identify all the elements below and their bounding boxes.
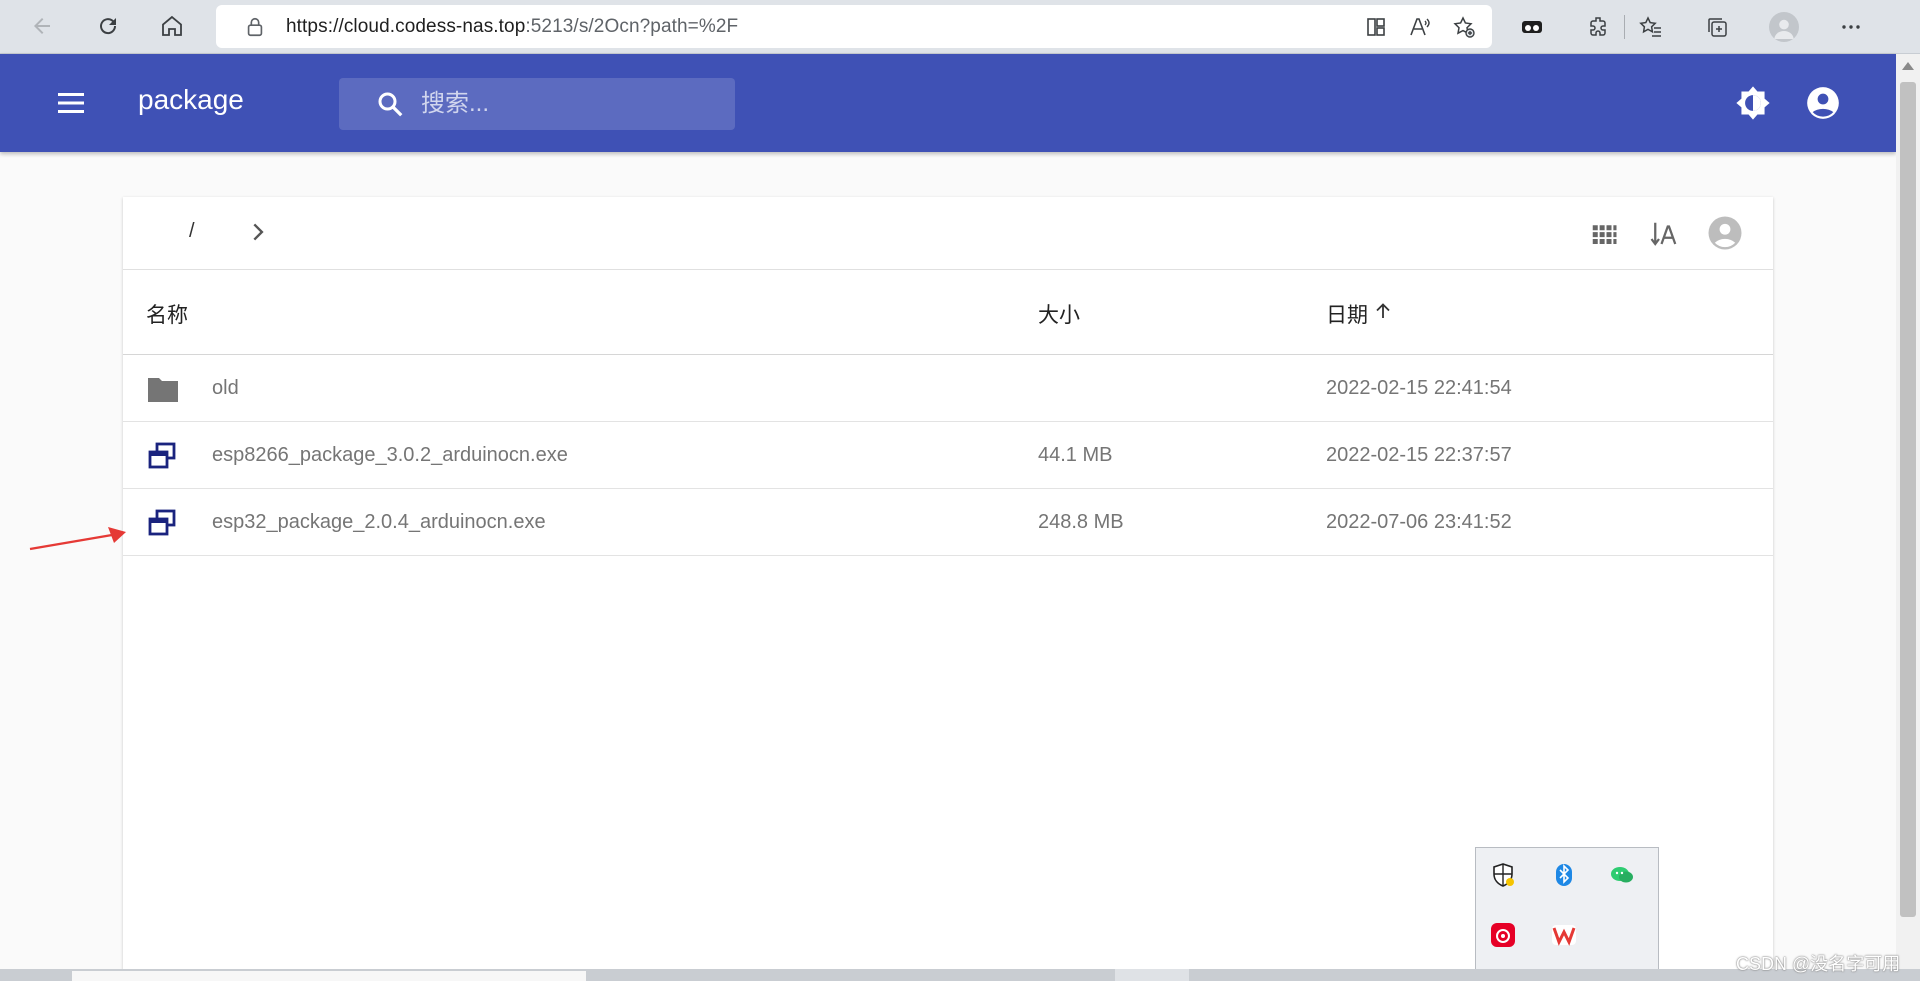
app-title: package [138,84,244,115]
column-size-header[interactable]: 大小 [1038,299,1080,329]
table-header: 名称 大小 日期 [123,270,1773,355]
user-avatar-icon[interactable] [1707,215,1743,251]
column-date-header[interactable]: 日期 [1326,299,1368,329]
taskbar-window-preview[interactable] [72,971,586,981]
refresh-button[interactable] [88,8,128,44]
file-name[interactable]: old [212,377,239,400]
browser-toolbar: https://cloud.codess-nas.top:5213/s/2Ocn… [0,0,1920,54]
split-screen-icon[interactable] [1362,13,1390,41]
horizontal-scrollbar-thumb[interactable] [1115,969,1189,981]
app-header: package [0,54,1896,152]
vertical-scrollbar[interactable] [1896,54,1920,969]
search-input[interactable] [419,89,723,119]
taskbar-strip [0,969,1920,981]
add-favorite-icon[interactable] [1450,13,1478,41]
bluetooth-icon[interactable] [1549,860,1579,890]
chevron-right-icon[interactable] [245,219,271,245]
home-button[interactable] [152,8,192,44]
extensions-icon[interactable] [1584,13,1612,41]
table-row[interactable]: esp8266_package_3.0.2_arduinocn.exe 44.1… [123,422,1773,489]
url-text[interactable]: https://cloud.codess-nas.top:5213/s/2Ocn… [286,16,738,38]
theme-toggle-button[interactable] [1734,84,1772,122]
more-options-icon[interactable] [1837,13,1865,41]
csdn-watermark: CSDN @没名字可用 [1736,954,1901,974]
search-icon [378,92,403,117]
file-name[interactable]: esp8266_package_3.0.2_arduinocn.exe [212,444,568,467]
arrow-left-icon [34,18,50,34]
exe-file-icon [148,509,176,536]
system-tray-popup [1475,847,1659,973]
read-aloud-icon[interactable] [1406,13,1434,41]
profile-avatar[interactable] [1769,12,1799,42]
table-row[interactable]: esp32_package_2.0.4_arduinocn.exe 248.8 … [123,489,1773,556]
url-path: :5213/s/2Ocn?path=%2F [525,15,739,37]
sort-alpha-icon[interactable] [1649,219,1679,249]
home-icon [162,15,182,36]
favorites-icon[interactable] [1637,13,1665,41]
annotation-arrow-icon [29,527,126,551]
refresh-icon [100,18,117,35]
exe-file-icon [148,442,176,469]
netease-music-icon[interactable] [1488,920,1518,950]
file-date: 2022-02-15 22:41:54 [1326,377,1512,399]
hamburger-menu-icon [58,93,84,113]
extension-glasses-icon[interactable] [1518,13,1546,41]
grid-view-icon[interactable] [1589,219,1619,249]
file-date: 2022-02-15 22:37:57 [1326,444,1512,466]
wps-office-icon[interactable] [1549,920,1579,950]
sort-ascending-arrow-icon[interactable] [1373,301,1393,321]
search-box[interactable] [339,78,735,130]
collections-icon[interactable] [1703,13,1731,41]
wechat-icon[interactable] [1607,860,1637,890]
file-size: 248.8 MB [1038,511,1124,533]
scroll-up-arrow-icon[interactable] [1902,62,1914,70]
lock-icon [247,17,263,36]
address-bar[interactable]: https://cloud.codess-nas.top:5213/s/2Ocn… [216,5,1492,48]
person-icon [1774,19,1794,39]
breadcrumb-root[interactable]: / [189,220,195,243]
account-circle-icon [1807,87,1839,119]
folder-icon [148,378,178,402]
back-button[interactable] [22,8,62,44]
table-row[interactable]: old 2022-02-15 22:41:54 [123,355,1773,422]
file-toolbar: / [123,197,1773,270]
file-size: 44.1 MB [1038,444,1113,466]
menu-button[interactable] [52,85,92,121]
scrollbar-thumb[interactable] [1900,82,1916,917]
file-name[interactable]: esp32_package_2.0.4_arduinocn.exe [212,511,546,534]
security-shield-icon[interactable] [1488,860,1518,890]
brightness-icon [1736,86,1770,120]
account-button[interactable] [1804,84,1842,122]
url-host: https://cloud.codess-nas.top [286,15,526,37]
column-name-header[interactable]: 名称 [146,299,188,329]
file-date: 2022-07-06 23:41:52 [1326,511,1512,533]
